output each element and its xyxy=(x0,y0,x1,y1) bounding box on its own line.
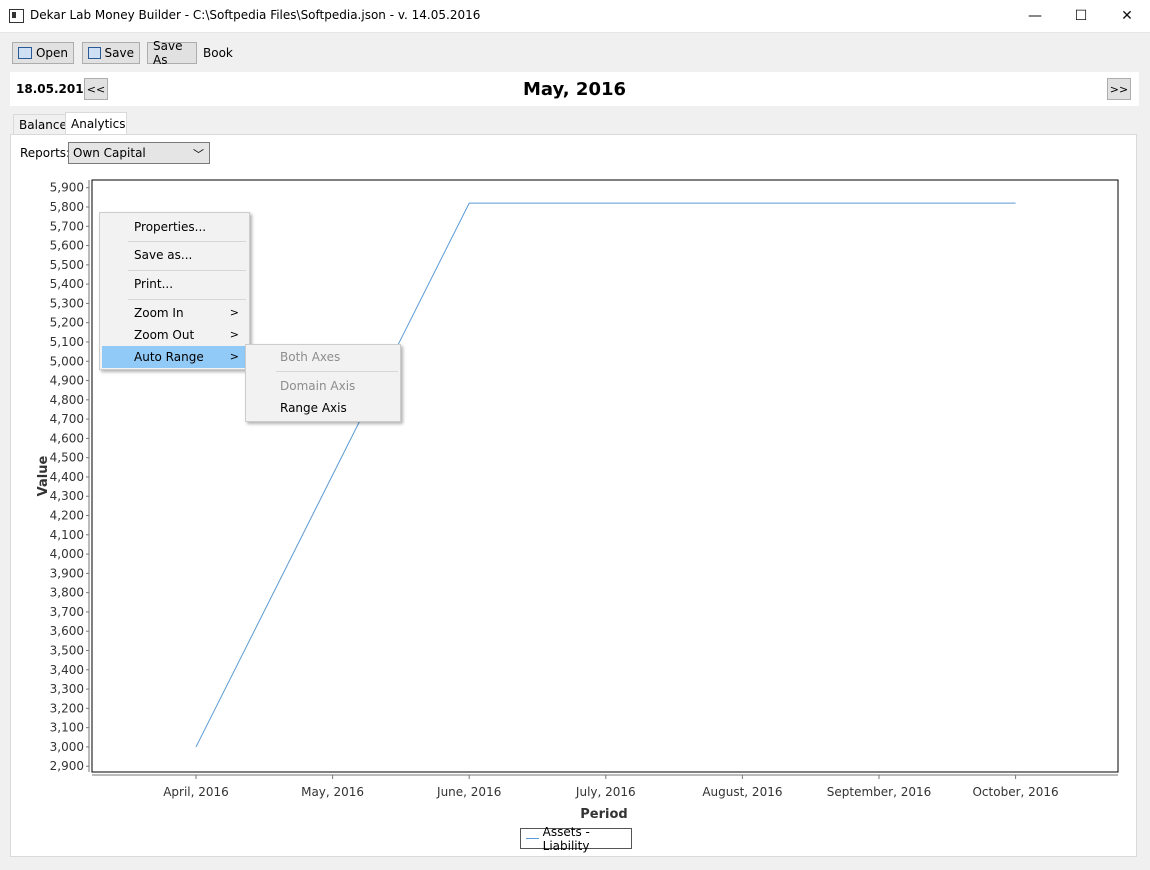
save-as-button[interactable]: Save As xyxy=(147,39,197,67)
menu-item-label: Auto Range xyxy=(134,350,204,364)
reports-selected-value: Own Capital xyxy=(73,146,146,160)
menu-separator xyxy=(128,299,246,300)
title-bar: Dekar Lab Money Builder - C:\Softpedia F… xyxy=(0,0,1150,33)
save-icon xyxy=(88,47,101,59)
menu-item-zoom-in[interactable]: Zoom In > xyxy=(102,302,247,324)
book-open-icon xyxy=(18,47,32,59)
month-title: May, 2016 xyxy=(522,79,627,100)
reports-label: Reports: xyxy=(20,146,71,160)
minimize-button[interactable]: — xyxy=(1012,0,1058,32)
reports-select[interactable]: Own Capital ﹀ xyxy=(68,142,210,164)
toolbar: Open Save Save As Book xyxy=(0,33,1150,71)
maximize-button[interactable]: ☐ xyxy=(1058,0,1104,32)
open-button[interactable]: Open xyxy=(12,42,74,64)
tab-balance[interactable]: Balance xyxy=(13,114,67,135)
menu-item-label: Zoom Out xyxy=(134,328,195,342)
open-label: Open xyxy=(35,46,68,60)
next-month-button[interactable]: >> xyxy=(1107,78,1131,100)
window-title: Dekar Lab Money Builder - C:\Softpedia F… xyxy=(30,8,481,22)
date-bar: 18.05.2016 May, 2016 << >> xyxy=(10,72,1139,106)
auto-range-submenu: Both Axes Domain Axis Range Axis xyxy=(245,344,401,422)
menu-item-both-axes[interactable]: Both Axes xyxy=(248,346,398,368)
save-button[interactable]: Save xyxy=(82,42,140,64)
menu-separator xyxy=(128,241,246,242)
menu-item-domain-axis[interactable]: Domain Axis xyxy=(248,375,398,397)
menu-item-save-as[interactable]: Save as... xyxy=(102,244,247,266)
menu-separator xyxy=(276,371,398,372)
menu-item-print[interactable]: Print... xyxy=(102,273,247,295)
tab-analytics[interactable]: Analytics xyxy=(65,112,127,135)
app-icon xyxy=(9,9,24,23)
menu-item-properties[interactable]: Properties... xyxy=(102,216,247,238)
close-button[interactable]: ✕ xyxy=(1104,0,1150,32)
chart-legend: Assets - Liability xyxy=(520,825,632,853)
legend-swatch xyxy=(526,838,539,839)
chevron-right-icon: > xyxy=(229,328,239,341)
chevron-down-icon: ﹀ xyxy=(193,148,204,161)
menu-item-label: Properties... xyxy=(134,220,207,234)
menu-separator xyxy=(128,270,246,271)
legend-label: Assets - Liability xyxy=(542,824,590,853)
chart-context-menu: Properties... Save as... Print... Zoom I… xyxy=(99,212,250,370)
book-label: Book xyxy=(203,46,233,60)
chevron-right-icon: > xyxy=(229,350,239,363)
menu-item-range-axis[interactable]: Range Axis xyxy=(248,397,398,419)
save-label: Save xyxy=(104,46,134,60)
menu-item-auto-range[interactable]: Auto Range > xyxy=(102,346,247,368)
prev-month-button[interactable]: << xyxy=(84,78,108,100)
menu-item-label: Print... xyxy=(134,277,174,291)
menu-item-label: Zoom In xyxy=(134,306,184,320)
menu-item-zoom-out[interactable]: Zoom Out > xyxy=(102,324,247,346)
menu-item-label: Save as... xyxy=(134,248,193,262)
chevron-right-icon: > xyxy=(229,306,239,319)
